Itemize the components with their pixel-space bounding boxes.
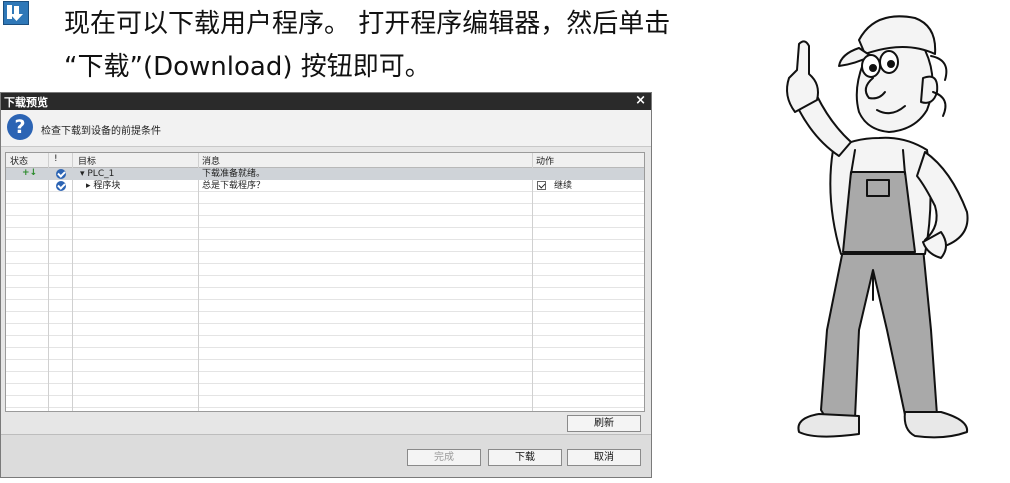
- question-icon: ?: [7, 114, 33, 140]
- col-alert[interactable]: !: [54, 154, 58, 164]
- download-arrow-icon: +↓: [22, 168, 38, 178]
- row-action: 继续: [554, 181, 573, 191]
- dialog-header: ? 检查下载到设备的前提条件: [1, 110, 651, 147]
- finish-button[interactable]: 完成: [407, 449, 481, 466]
- action-checkbox[interactable]: [537, 181, 546, 190]
- col-status[interactable]: 状态: [10, 154, 28, 167]
- table-row[interactable]: ▸ 程序块 总是下载程序？ 继续: [6, 180, 644, 192]
- row-target: ▾ PLC_1: [80, 169, 115, 179]
- row-message: 总是下载程序？: [202, 181, 266, 191]
- download-button[interactable]: 下载: [488, 449, 562, 466]
- cartoon-worker-illustration: [755, 0, 1010, 479]
- row-message: 下载准备就绪。: [202, 169, 266, 179]
- table-row[interactable]: +↓ ▾ PLC_1 下载准备就绪。: [6, 168, 644, 180]
- col-target[interactable]: 目标: [78, 154, 96, 167]
- dialog-footer: 完成 下载 取消: [1, 434, 651, 477]
- check-circle-icon: [56, 181, 66, 191]
- download-icon: [3, 1, 29, 25]
- dialog-title: 下载预览: [4, 96, 48, 109]
- col-action[interactable]: 动作: [536, 154, 554, 167]
- dialog-titlebar: 下载预览 ×: [1, 93, 651, 110]
- check-circle-icon: [56, 169, 66, 179]
- download-preview-dialog: 下载预览 × ? 检查下载到设备的前提条件 状态 ! 目标 消息 动作 +↓ ▾…: [0, 92, 652, 478]
- table-body: [6, 168, 644, 411]
- refresh-button[interactable]: 刷新: [567, 415, 641, 432]
- instruction-line-2: “下载”(Download) 按钮即可。: [64, 52, 431, 82]
- row-target: ▸ 程序块: [86, 181, 121, 191]
- header-text: 检查下载到设备的前提条件: [41, 126, 161, 137]
- table-header: 状态 ! 目标 消息 动作: [6, 153, 644, 168]
- col-message[interactable]: 消息: [202, 154, 220, 167]
- close-icon[interactable]: ×: [635, 93, 646, 108]
- instruction-line-1: 现在可以下载用户程序。 打开程序编辑器，然后单击: [64, 9, 671, 39]
- preview-table: 状态 ! 目标 消息 动作 +↓ ▾ PLC_1 下载准备就绪。 ▸ 程序块 总…: [5, 152, 645, 412]
- cancel-button[interactable]: 取消: [567, 449, 641, 466]
